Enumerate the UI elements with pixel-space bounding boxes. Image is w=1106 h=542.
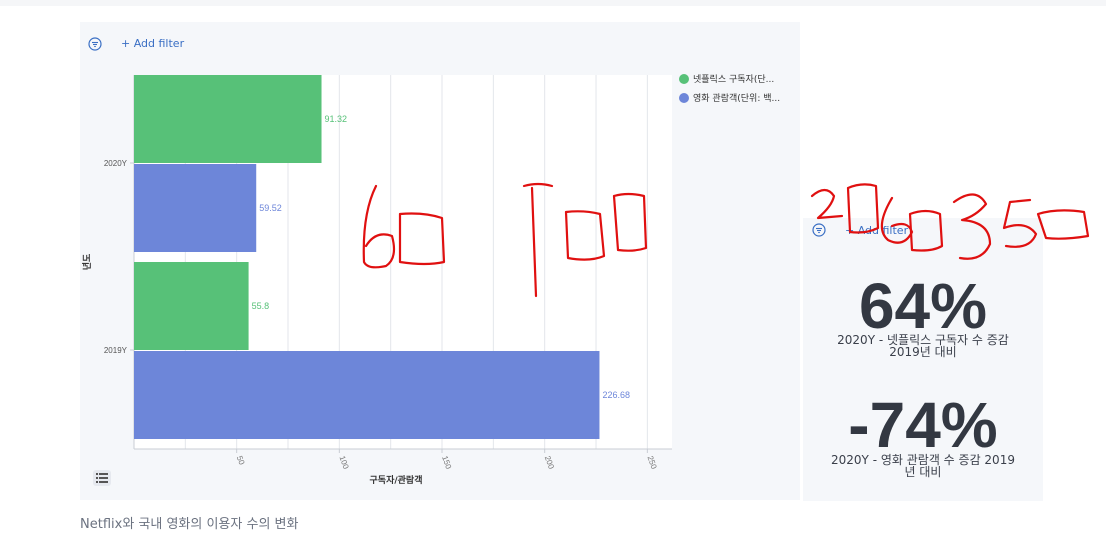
y-tick-label: 2020Y xyxy=(104,159,128,168)
data-label: 59.52 xyxy=(259,203,282,213)
kpi-netflix-caption-2: 2019년 대비 xyxy=(889,345,957,359)
x-tick-label: 100 xyxy=(337,455,350,471)
legend-marker xyxy=(679,74,689,84)
legend-label: 넷플릭스 구독자(단... xyxy=(693,73,774,85)
data-label: 226.68 xyxy=(602,390,630,400)
bar xyxy=(134,262,249,350)
data-label: 91.32 xyxy=(325,114,348,124)
kpi-movie-value: -74% xyxy=(848,389,998,461)
y-axis-title: 년도 xyxy=(81,253,93,270)
table-view-button[interactable] xyxy=(93,470,111,486)
kpi-filter-icon[interactable] xyxy=(812,223,826,237)
x-tick-label: 50 xyxy=(235,455,247,467)
chart-caption: Netflix와 국내 영화의 이용자 수의 변화 xyxy=(80,517,299,532)
legend-label: 영화 관람객(단위: 백... xyxy=(693,92,780,104)
x-axis-title: 구독자/관람객 xyxy=(370,474,423,486)
x-tick-label: 250 xyxy=(645,455,658,471)
data-label: 55.8 xyxy=(252,301,270,311)
kpi-add-filter-link[interactable]: + Add filter xyxy=(845,224,908,237)
x-tick-label: 200 xyxy=(543,455,556,471)
kpi-netflix-value: 64% xyxy=(858,270,988,342)
x-tick-label: 150 xyxy=(440,455,453,471)
y-tick-label: 2019Y xyxy=(104,346,128,355)
bar xyxy=(134,164,257,252)
bar xyxy=(134,351,600,439)
kpi-movie-caption-2: 년 대비 xyxy=(904,465,942,479)
legend-marker xyxy=(679,93,689,103)
bar xyxy=(134,75,322,163)
list-icon xyxy=(96,473,108,483)
